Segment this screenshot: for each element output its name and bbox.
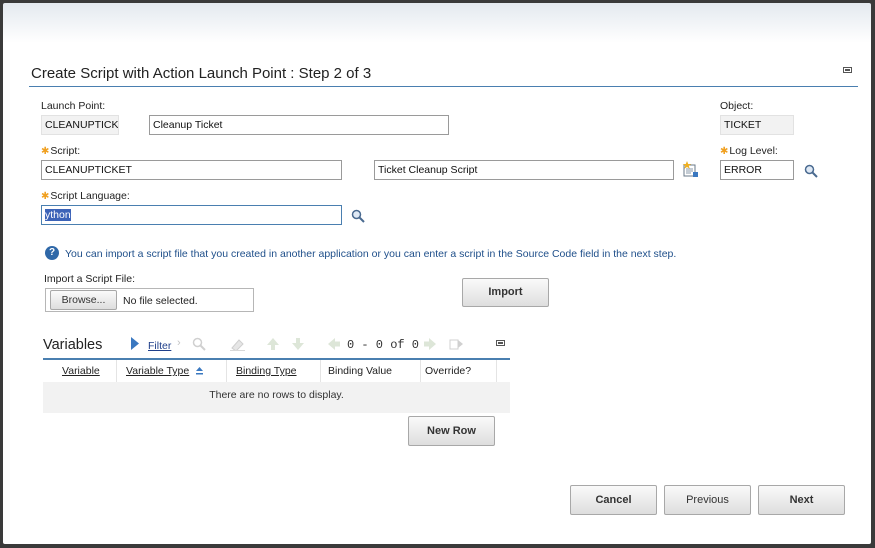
sort-ascending-icon[interactable] <box>196 367 203 376</box>
variables-title: Variables <box>43 337 103 353</box>
next-button[interactable]: Next <box>758 485 845 515</box>
script-language-label-text: Script Language: <box>50 190 130 202</box>
minimize-dialog-icon[interactable] <box>843 67 852 73</box>
filter-link[interactable]: Filter <box>148 340 171 352</box>
import-file-label: Import a Script File: <box>44 273 136 285</box>
minimize-table-icon[interactable] <box>496 340 505 346</box>
object-field: TICKET <box>720 115 794 135</box>
dialog-title: Create Script with Action Launch Point :… <box>31 65 372 82</box>
new-row-button[interactable]: New Row <box>408 416 495 446</box>
script-field[interactable]: CLEANUPTICKET <box>41 160 342 180</box>
script-language-label: ✱Script Language: <box>41 190 130 202</box>
script-language-value: ython <box>45 209 71 221</box>
script-label: ✱Script: <box>41 145 80 157</box>
info-message: You can import a script file that you cr… <box>65 248 677 260</box>
file-status: No file selected. <box>123 295 198 307</box>
browse-button[interactable]: Browse... <box>50 290 117 310</box>
launch-point-label: Launch Point: <box>41 100 106 112</box>
eraser-icon <box>230 337 245 352</box>
column-variable-type[interactable]: Variable Type <box>126 365 189 377</box>
column-variable[interactable]: Variable <box>62 365 100 377</box>
required-icon: ✱ <box>41 191 50 202</box>
required-icon: ✱ <box>41 146 50 157</box>
column-binding-type[interactable]: Binding Type <box>236 365 297 377</box>
log-level-label: ✱Log Level: <box>720 145 778 157</box>
column-binding-value: Binding Value <box>328 365 393 377</box>
log-level-label-text: Log Level: <box>729 145 778 157</box>
create-script-dialog: Create Script with Action Launch Point :… <box>3 3 871 544</box>
empty-table-message: There are no rows to display. <box>209 389 344 401</box>
arrow-up-icon <box>266 337 280 351</box>
table-body: There are no rows to display. <box>43 382 510 413</box>
arrow-down-icon <box>291 337 305 351</box>
title-divider <box>29 86 858 87</box>
log-level-lookup-icon[interactable] <box>804 164 818 178</box>
next-page-icon <box>423 337 437 351</box>
launch-point-description-field[interactable]: Cleanup Ticket <box>149 115 449 135</box>
import-button[interactable]: Import <box>462 278 549 307</box>
script-language-lookup-icon[interactable] <box>351 209 365 223</box>
long-description-icon[interactable] <box>682 161 699 178</box>
object-label: Object: <box>720 100 754 112</box>
chevron-right-icon: › <box>177 337 181 349</box>
script-language-field[interactable]: ython <box>41 205 342 225</box>
search-icon <box>192 337 206 351</box>
script-description-field[interactable]: Ticket Cleanup Script <box>374 160 674 180</box>
previous-button[interactable]: Previous <box>664 485 751 515</box>
script-label-text: Script: <box>50 145 81 157</box>
cancel-button[interactable]: Cancel <box>570 485 657 515</box>
info-icon: ? <box>45 246 59 260</box>
filter-arrow-icon[interactable] <box>130 337 140 350</box>
download-icon <box>449 337 464 351</box>
log-level-field[interactable]: ERROR <box>720 160 794 180</box>
table-header: Variable Variable Type Binding Type Bind… <box>43 360 510 383</box>
launch-point-field: CLEANUPTICKE <box>41 115 119 135</box>
previous-page-icon <box>327 337 341 351</box>
column-override: Override? <box>425 365 472 377</box>
required-icon: ✱ <box>720 146 729 157</box>
pager-text: 0 - 0 of 0 <box>347 338 420 352</box>
